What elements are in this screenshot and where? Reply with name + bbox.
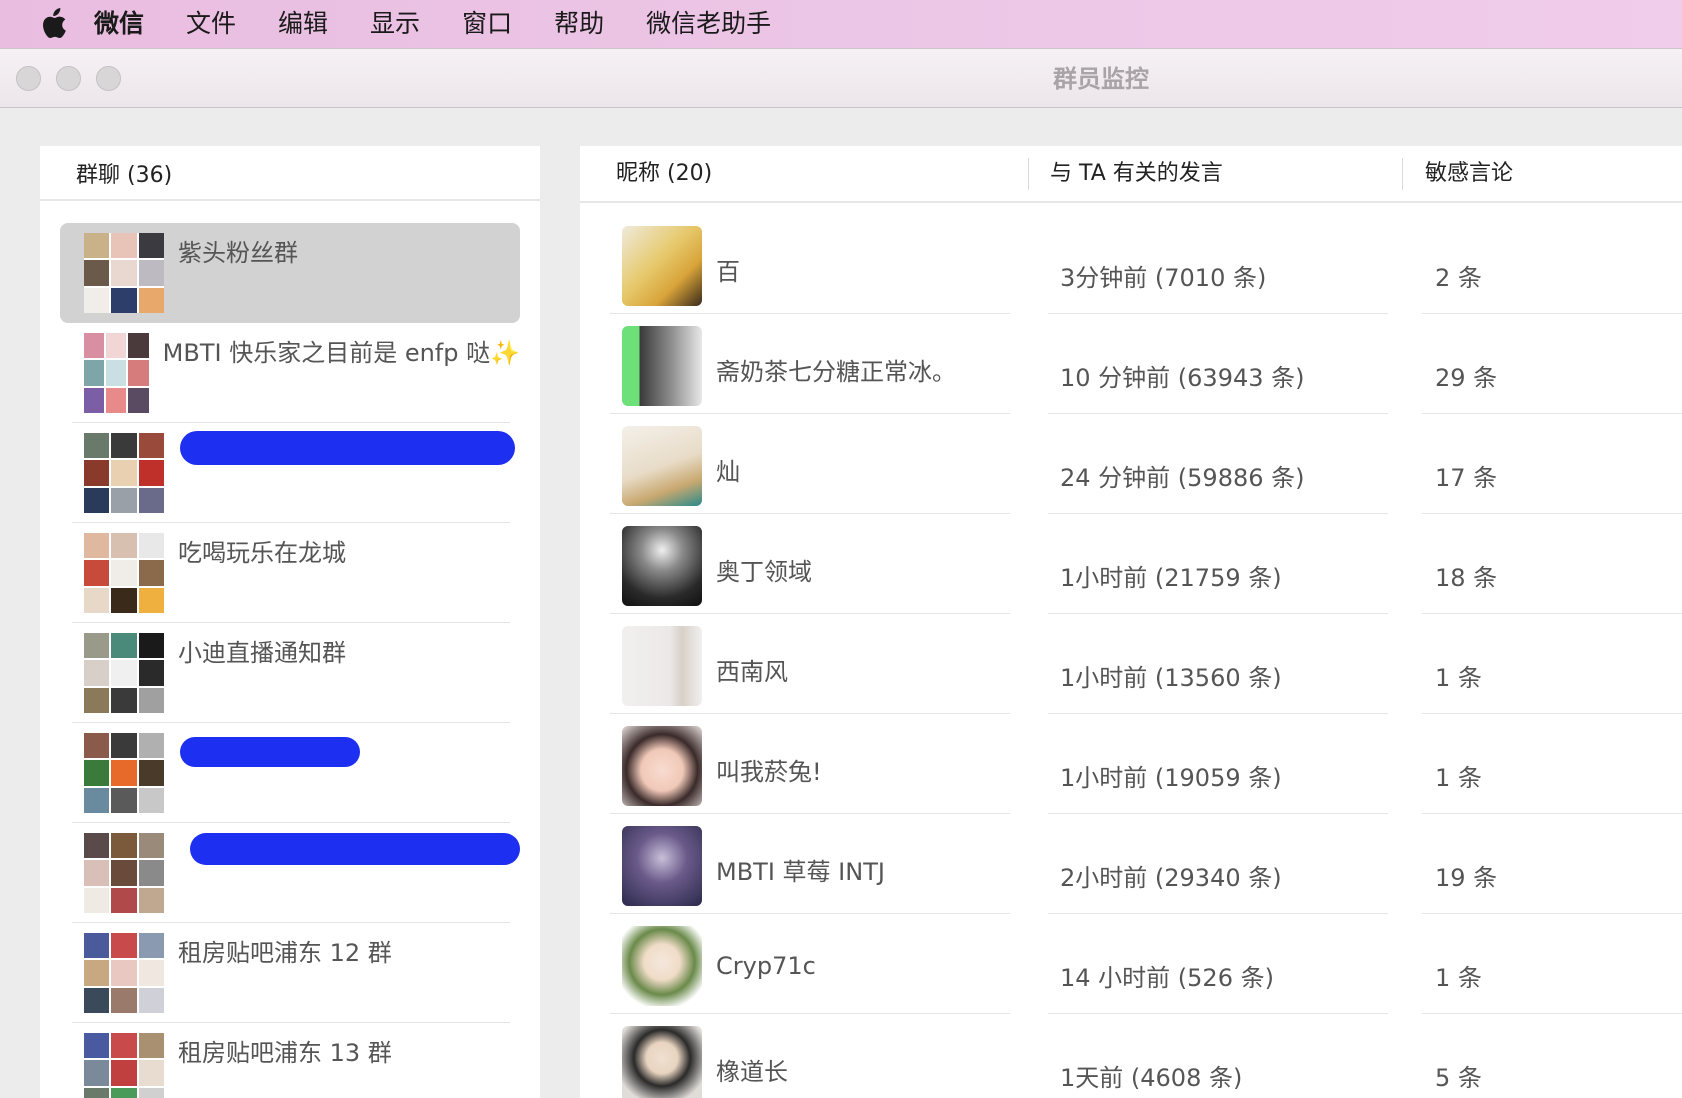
sensitive-count: 19 条 xyxy=(1435,864,1498,892)
apple-icon[interactable] xyxy=(38,8,68,39)
table-row[interactable]: Cryp71c 14 小时前 (526 条) 1 条 xyxy=(580,914,1682,1014)
column-header-nickname[interactable]: 昵称 (20) xyxy=(616,146,712,201)
nickname: 百 xyxy=(716,258,740,286)
avatar xyxy=(622,1026,702,1098)
nickname: 灿 xyxy=(716,458,740,486)
table-row[interactable]: 灿 24 分钟前 (59886 条) 17 条 xyxy=(580,414,1682,514)
avatar xyxy=(622,426,702,506)
nickname: 奥丁领域 xyxy=(716,558,812,586)
table-row[interactable]: 奥丁领域 1小时前 (21759 条) 18 条 xyxy=(580,514,1682,614)
table-row[interactable]: 橡道长 1天前 (4608 条) 5 条 xyxy=(580,1014,1682,1098)
avatar xyxy=(622,226,702,306)
group-avatar xyxy=(84,933,164,1013)
avatar xyxy=(622,626,702,706)
nickname: 斋奶茶七分糖正常冰。 xyxy=(716,358,956,386)
redaction-mark xyxy=(190,833,520,865)
group-item-selected[interactable]: 紫头粉丝群 xyxy=(60,223,520,323)
group-avatar xyxy=(84,233,164,313)
table-row[interactable]: 西南风 1小时前 (13560 条) 1 条 xyxy=(580,614,1682,714)
group-item[interactable]: MBTI 快乐家之目前是 enfp 哒✨ xyxy=(60,323,520,423)
group-item-redacted[interactable] xyxy=(60,723,520,823)
avatar xyxy=(622,726,702,806)
header-divider xyxy=(580,201,1682,203)
sensitive-count: 1 条 xyxy=(1435,664,1482,692)
last-message: 1小时前 (21759 条) xyxy=(1060,564,1282,592)
table-row[interactable]: 斋奶茶七分糖正常冰。 10 分钟前 (63943 条) 29 条 xyxy=(580,314,1682,414)
group-item-redacted[interactable] xyxy=(60,823,520,923)
group-item-redacted[interactable] xyxy=(60,423,520,523)
menu-help[interactable]: 帮助 xyxy=(554,0,604,48)
column-header-messages[interactable]: 与 TA 有关的发言 xyxy=(1050,146,1223,201)
member-table-panel: 昵称 (20) 与 TA 有关的发言 敏感言论 百 3分钟前 (7010 条) … xyxy=(580,146,1682,1098)
group-avatar xyxy=(84,333,149,413)
column-header-sensitive[interactable]: 敏感言论 xyxy=(1425,146,1513,201)
sensitive-count: 18 条 xyxy=(1435,564,1498,592)
group-avatar xyxy=(84,633,164,713)
menubar: 微信 文件 编辑 显示 窗口 帮助 微信老助手 xyxy=(0,0,1682,48)
group-list-header: 群聊 (36) xyxy=(40,146,540,201)
last-message: 10 分钟前 (63943 条) xyxy=(1060,364,1305,392)
window-titlebar: 群员监控 xyxy=(0,48,1682,108)
window-title: 群员监控 xyxy=(1053,65,1149,93)
avatar xyxy=(622,926,702,1006)
nickname: 西南风 xyxy=(716,658,788,686)
last-message: 3分钟前 (7010 条) xyxy=(1060,264,1267,292)
redaction-mark xyxy=(180,431,515,465)
last-message: 14 小时前 (526 条) xyxy=(1060,964,1274,992)
nickname: Cryp71c xyxy=(716,952,816,980)
redaction-mark xyxy=(180,737,360,767)
group-name: 紫头粉丝群 xyxy=(178,239,298,267)
menu-edit[interactable]: 编辑 xyxy=(278,0,328,48)
table-row[interactable]: 百 3分钟前 (7010 条) 2 条 xyxy=(580,214,1682,314)
group-avatar xyxy=(84,1033,164,1098)
menu-view[interactable]: 显示 xyxy=(370,0,420,48)
group-avatar xyxy=(84,833,164,913)
nickname: MBTI 草莓 INTJ xyxy=(716,858,885,886)
menu-assistant[interactable]: 微信老助手 xyxy=(646,0,771,48)
last-message: 1小时前 (13560 条) xyxy=(1060,664,1282,692)
group-name: 小迪直播通知群 xyxy=(178,639,346,667)
column-divider xyxy=(1028,158,1029,190)
group-item[interactable]: 小迪直播通知群 xyxy=(60,623,520,723)
avatar xyxy=(622,326,702,406)
table-row[interactable]: MBTI 草莓 INTJ 2小时前 (29340 条) 19 条 xyxy=(580,814,1682,914)
group-avatar xyxy=(84,733,164,813)
group-name: 吃喝玩乐在龙城 xyxy=(178,539,346,567)
group-item[interactable]: 租房贴吧浦东 13 群 xyxy=(60,1023,520,1098)
avatar xyxy=(622,826,702,906)
group-item[interactable]: 吃喝玩乐在龙城 xyxy=(60,523,520,623)
last-message: 1小时前 (19059 条) xyxy=(1060,764,1282,792)
menu-window[interactable]: 窗口 xyxy=(462,0,512,48)
group-name: MBTI 快乐家之目前是 enfp 哒✨ xyxy=(162,339,520,367)
nickname: 叫我菸兔! xyxy=(716,758,822,786)
group-list-panel: 群聊 (36) 紫头粉丝群 MBTI 快乐家之目前是 enfp 哒✨ 吃喝玩乐在… xyxy=(40,146,540,1098)
group-name: 租房贴吧浦东 13 群 xyxy=(178,1039,392,1067)
last-message: 24 分钟前 (59886 条) xyxy=(1060,464,1305,492)
table-row[interactable]: 叫我菸兔! 1小时前 (19059 条) 1 条 xyxy=(580,714,1682,814)
sensitive-count: 5 条 xyxy=(1435,1064,1482,1092)
menu-wechat[interactable]: 微信 xyxy=(94,0,144,48)
group-name: 租房贴吧浦东 12 群 xyxy=(178,939,392,967)
sensitive-count: 2 条 xyxy=(1435,264,1482,292)
last-message: 1天前 (4608 条) xyxy=(1060,1064,1243,1092)
menu-file[interactable]: 文件 xyxy=(186,0,236,48)
group-item[interactable]: 租房贴吧浦东 12 群 xyxy=(60,923,520,1023)
last-message: 2小时前 (29340 条) xyxy=(1060,864,1282,892)
sensitive-count: 17 条 xyxy=(1435,464,1498,492)
group-avatar xyxy=(84,533,164,613)
column-divider xyxy=(1402,158,1403,190)
sensitive-count: 1 条 xyxy=(1435,964,1482,992)
sensitive-count: 29 条 xyxy=(1435,364,1498,392)
group-avatar xyxy=(84,433,164,513)
avatar xyxy=(622,526,702,606)
nickname: 橡道长 xyxy=(716,1058,788,1086)
sensitive-count: 1 条 xyxy=(1435,764,1482,792)
